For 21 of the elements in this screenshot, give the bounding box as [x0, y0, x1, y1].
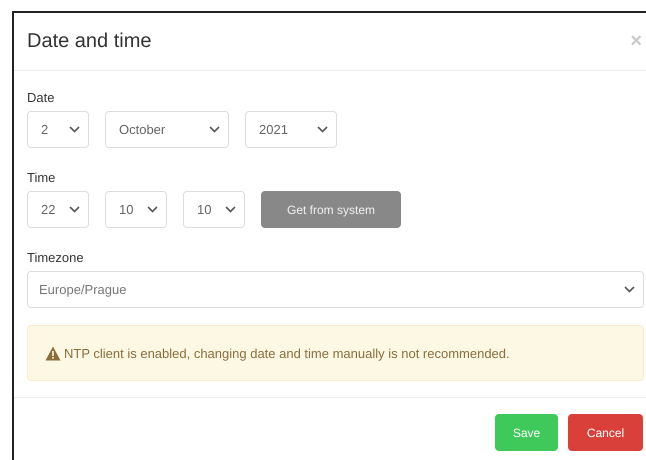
caret-icon [624, 286, 635, 293]
dropdown[interactable]: 10 [183, 191, 245, 228]
dropdown[interactable]: 2021 [245, 111, 337, 148]
field-label: Date [27, 90, 56, 105]
caret-icon [147, 206, 158, 213]
field-label: Time [27, 170, 56, 185]
caret-icon [317, 126, 328, 133]
timezone-dropdown[interactable]: Europe/Prague [27, 271, 644, 308]
cancel-button[interactable]: Cancel [568, 414, 643, 451]
dropdown[interactable]: 22 [27, 191, 89, 228]
dropdown[interactable]: 2 [27, 111, 89, 148]
caret-icon [209, 126, 220, 133]
dropdown[interactable]: 10 [105, 191, 167, 228]
dialog-title: Date and time [27, 30, 152, 53]
caret-icon [69, 206, 80, 213]
field-label: Timezone [27, 250, 85, 265]
caret-icon [225, 206, 236, 213]
alert-message: NTP client is enabled, changing date and time manually is not recommended. [64, 346, 510, 360]
caret-icon [69, 126, 80, 133]
warning-icon [45, 346, 61, 360]
dropdown[interactable]: October [105, 111, 229, 148]
